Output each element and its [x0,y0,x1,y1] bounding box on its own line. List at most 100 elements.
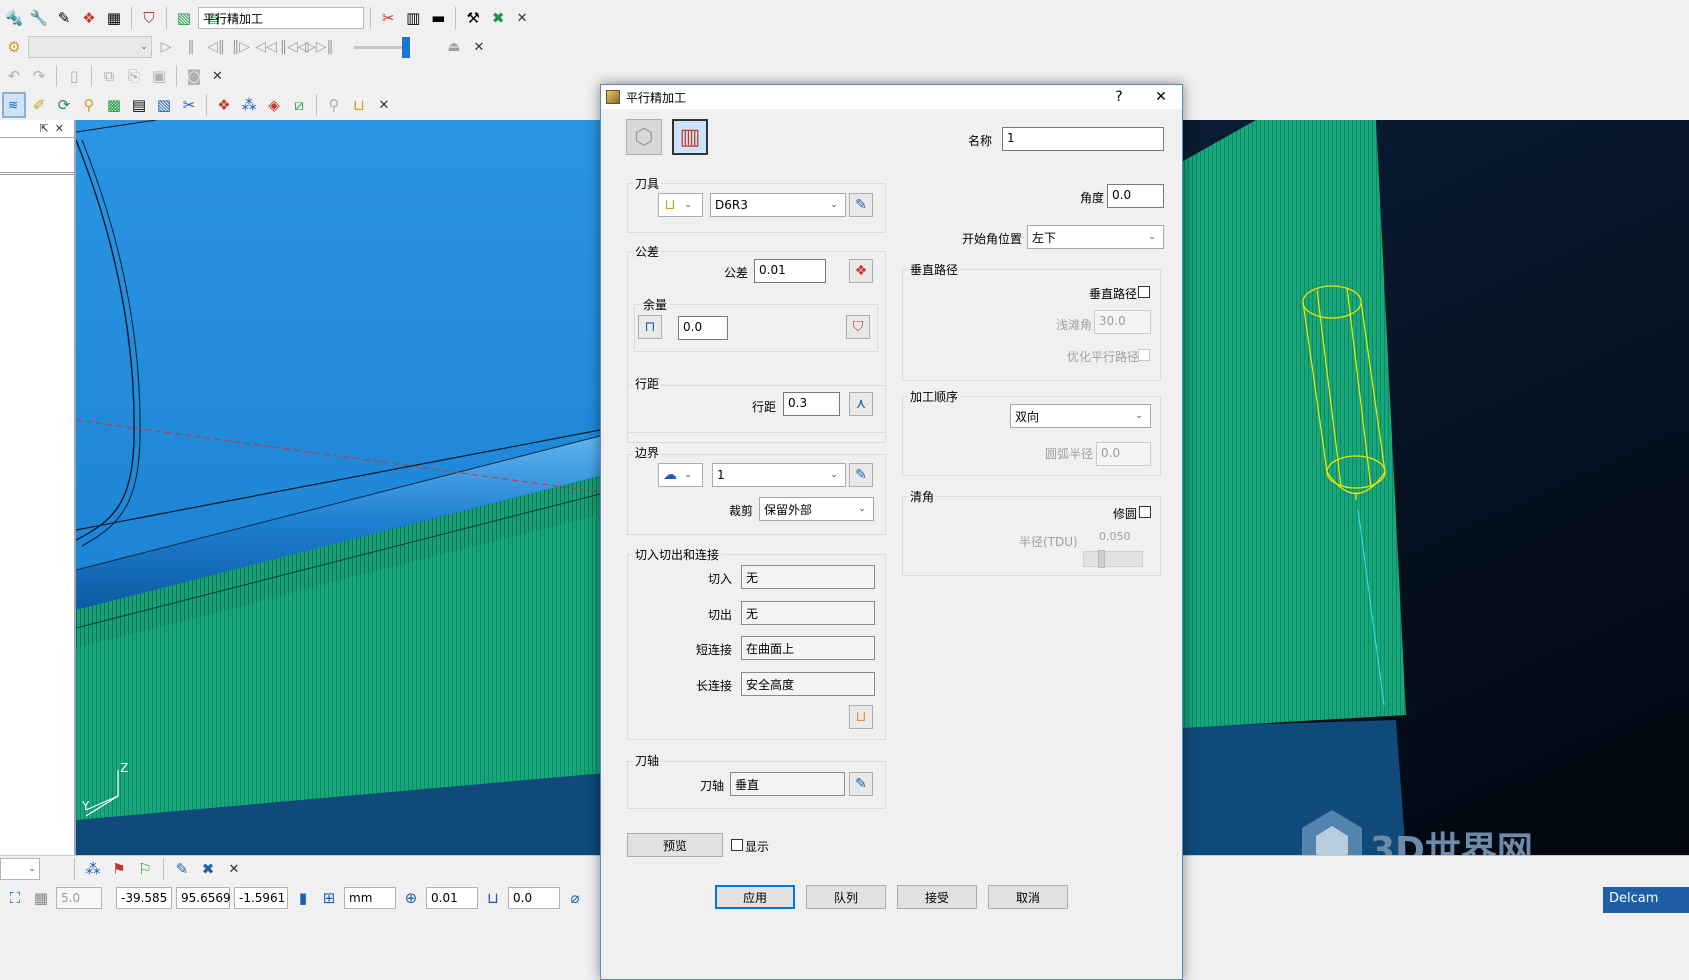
strategy-mode-button[interactable]: ⬡ [626,119,662,155]
cutter-icon[interactable]: 🔧 [28,7,50,29]
x-coordinate[interactable]: -39.585 [116,887,172,909]
long-link-field[interactable]: 安全高度 [741,672,875,696]
list-icon[interactable]: ▤ [128,94,150,116]
cutter2-icon[interactable]: ⊔ [348,94,370,116]
thickness-field[interactable]: 0.0 [508,887,560,909]
snapshot-icon[interactable]: ◙ [183,65,205,87]
pin-icon[interactable]: ⚲ [323,94,345,116]
toolpath-icon[interactable]: 🔩 [3,7,25,29]
boundary-icon[interactable]: ▦ [103,7,125,29]
edit-icon[interactable]: ✎ [53,7,75,29]
cancel-button[interactable]: 取消 [988,885,1068,909]
boundary-select[interactable]: 1 ⌄ [712,463,846,487]
stock-icon[interactable]: ⛉ [138,7,160,29]
close-icon[interactable]: ✕ [55,122,64,135]
zoom-icon[interactable]: ⚲ [78,94,100,116]
cross-icon[interactable]: ✖ [197,858,219,880]
help-button[interactable]: ? [1098,89,1140,105]
stepover-input[interactable]: 0.3 [783,392,840,416]
clip-icon[interactable]: ▯ [63,65,85,87]
strategy-icon[interactable]: ▧ [173,7,195,29]
pattern-icon[interactable]: ❖ [78,7,100,29]
arc-radius-input[interactable]: 0.0 [1096,442,1151,466]
rotate-icon[interactable]: ⟳ [53,94,75,116]
workplane-icon[interactable]: ⁂ [82,858,104,880]
y-coordinate[interactable]: 95.6569 [176,887,231,909]
grid-field[interactable]: 5.0 [56,887,102,909]
perpendicular-checkbox[interactable] [1138,286,1150,298]
calculator-icon[interactable]: ▥ [402,7,424,29]
stepover-from-tool-button[interactable]: ⋏ [849,392,873,416]
accept-button[interactable]: 接受 [897,885,977,909]
grid-icon[interactable]: ⛶ [4,887,26,909]
speed-slider[interactable] [354,36,410,58]
strategy-select[interactable]: ▤ 平行精加工 ⌄ [198,7,365,29]
edit-boundary-button[interactable]: ✎ [849,463,873,487]
apply-button[interactable]: 应用 [715,885,795,909]
close-icon[interactable]: ✕ [377,98,391,113]
step-forward-icon[interactable]: ‖▷ [230,39,252,55]
undo-icon[interactable]: ↶ [3,65,25,87]
go-start-icon[interactable]: ‖◁◁ [280,39,309,55]
step-back-icon[interactable]: ◁‖ [205,39,227,55]
boundary-type-select[interactable]: ☁ ⌄ [658,463,703,487]
queue-button[interactable]: 队列 [806,885,886,909]
tolerance-pattern-button[interactable]: ❖ [849,259,873,283]
simulation-select[interactable]: ⌄ [28,36,152,58]
workplane-select[interactable]: ⌄ [0,858,40,880]
level-icon[interactable]: ⚐ [134,858,156,880]
go-end-icon[interactable]: ▷▷‖ [305,39,334,55]
angle-input[interactable]: 0.0 [1107,184,1164,208]
model-icon[interactable]: ▧ [153,94,175,116]
tool-type-select[interactable]: ⊔ ⌄ [658,193,703,217]
edit-tool-axis-button[interactable]: ✎ [849,772,873,796]
snap-grid-icon[interactable]: ▦ [30,887,52,909]
paste-icon[interactable]: ⎘ [123,65,145,87]
eject-icon[interactable]: ⏏ [443,39,465,55]
play-icon[interactable]: ▷ [155,39,177,55]
raster-mode-button[interactable]: ▥ [672,119,708,155]
close-icon[interactable]: ✕ [472,40,486,55]
order-select[interactable]: 双向 ⌄ [1010,404,1151,428]
save-icon[interactable]: ▣ [148,65,170,87]
preview-button[interactable]: 预览 [627,833,723,857]
pattern2-icon[interactable]: ❖ [213,94,235,116]
model-icon[interactable]: ⚑ [108,858,130,880]
raster-icon[interactable]: ≋ [2,92,26,118]
start-corner-select[interactable]: 左下 ⌄ [1027,225,1164,249]
allowance-input[interactable]: 0.0 [678,316,728,340]
redo-icon[interactable]: ↷ [28,65,50,87]
shallow-angle-input[interactable]: 30.0 [1094,310,1151,334]
rewind-icon[interactable]: ◁◁ [255,39,277,55]
battery-icon[interactable]: ▮ [292,887,314,909]
leads-links-edit-button[interactable]: ⊔ [849,705,873,729]
pause-icon[interactable]: ‖ [180,39,202,55]
simulation-icon[interactable]: ⚙ [3,36,25,58]
ruler-icon[interactable]: ▬ [427,7,449,29]
component-thickness-button[interactable]: ⛉ [846,315,870,339]
layer-icon[interactable]: ▩ [103,94,125,116]
cross-icon[interactable]: ✖ [487,7,509,29]
close-icon[interactable]: ✕ [516,11,528,26]
radius-slider[interactable] [1083,550,1143,568]
float-icon[interactable]: ⇱ [40,122,49,135]
copy-icon[interactable]: ⧉ [98,65,120,87]
flat-icon[interactable]: ⧄ [288,94,310,116]
fillet-icon[interactable]: ◈ [263,94,285,116]
slider-thumb[interactable] [402,36,410,58]
name-input[interactable]: 1 [1002,127,1164,151]
tool-axis-field[interactable]: 垂直 [730,772,845,796]
tolerance-input[interactable]: 0.01 [754,259,826,283]
tolerance-field[interactable]: 0.01 [426,887,478,909]
close-icon[interactable]: ✕ [227,862,241,877]
optimize-checkbox[interactable] [1138,349,1150,361]
pen-icon[interactable]: ✎ [171,858,193,880]
points-icon[interactable]: ⁂ [238,94,260,116]
lead-out-field[interactable]: 无 [741,601,875,625]
short-link-field[interactable]: 在曲面上 [741,636,875,660]
fillet-checkbox[interactable] [1139,506,1151,518]
radius-slider-thumb[interactable] [1098,550,1105,568]
z-coordinate[interactable]: -1.5961 [234,887,288,909]
edit-tool-button[interactable]: ✎ [849,193,873,217]
unit-field[interactable]: mm [344,887,396,909]
